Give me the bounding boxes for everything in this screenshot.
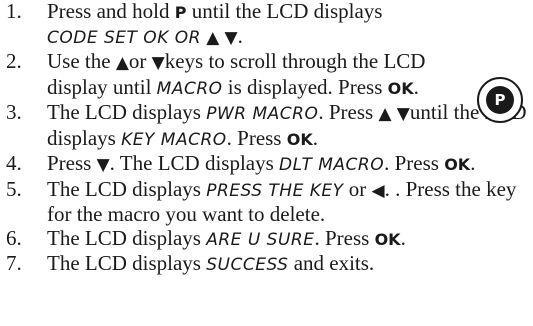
left-arrow-icon: ◀ [371, 180, 385, 201]
lcd-dlt-macro: DLT MACRO [279, 155, 385, 175]
step-number: 3. [6, 100, 22, 124]
p-key: P [174, 3, 187, 22]
step-number: 4. [6, 151, 22, 175]
p-button-label: P [486, 86, 514, 114]
step-7: 7. The LCD displays SUCCESS and exits. [6, 251, 375, 275]
up-arrow-icon: ▲ [378, 104, 392, 124]
lcd-macro: MACRO [156, 78, 223, 99]
step-2: 2. Use the ▲or ▼keys to scroll through t… [6, 49, 426, 99]
step-number: 5. [6, 176, 22, 201]
up-arrow-icon: ▲ [115, 53, 129, 73]
step-5: 5. The LCD displays PRESS THE KEY or ◀. .… [6, 176, 517, 226]
step-4: 4. Press ▼. The LCD displays DLT MACRO. P… [6, 151, 476, 175]
step-number: 2. [6, 49, 22, 73]
lcd-success: SUCCESS [206, 255, 289, 275]
step-3: 3. The LCD displays PWR MACRO. Press ▲ ▼u… [6, 100, 527, 150]
p-button-icon: P [477, 77, 523, 123]
step-number: 6. [6, 225, 22, 250]
lcd-key-macro: KEY MACRO [121, 129, 227, 150]
lcd-code-set-ok-or: CODE SET OK OR [47, 27, 201, 48]
lcd-press-the-key: PRESS THE KEY [206, 180, 344, 201]
down-arrow-icon: ▼ [224, 27, 238, 48]
lcd-pwr-macro: PWR MACRO [206, 104, 319, 124]
ok-key: OK [387, 78, 414, 98]
down-arrow-icon: ▼ [396, 104, 410, 124]
ok-key: OK [374, 229, 401, 249]
lcd-are-u-sure: ARE U SURE [206, 229, 315, 250]
ok-key: OK [286, 129, 313, 149]
up-arrow-icon: ▲ [206, 27, 220, 48]
ok-key: OK [444, 155, 471, 174]
step-number: 1. [6, 0, 22, 23]
macro-delete-instructions: 1. Press and hold P until the LCD display… [6, 0, 530, 278]
step-1: 1. Press and hold P until the LCD display… [6, 0, 383, 48]
down-arrow-icon: ▼ [151, 53, 165, 73]
down-arrow-icon: ▼ [96, 155, 110, 175]
step-number: 7. [6, 251, 22, 275]
step-6: 6. The LCD displays ARE U SURE. Press OK. [6, 225, 406, 250]
